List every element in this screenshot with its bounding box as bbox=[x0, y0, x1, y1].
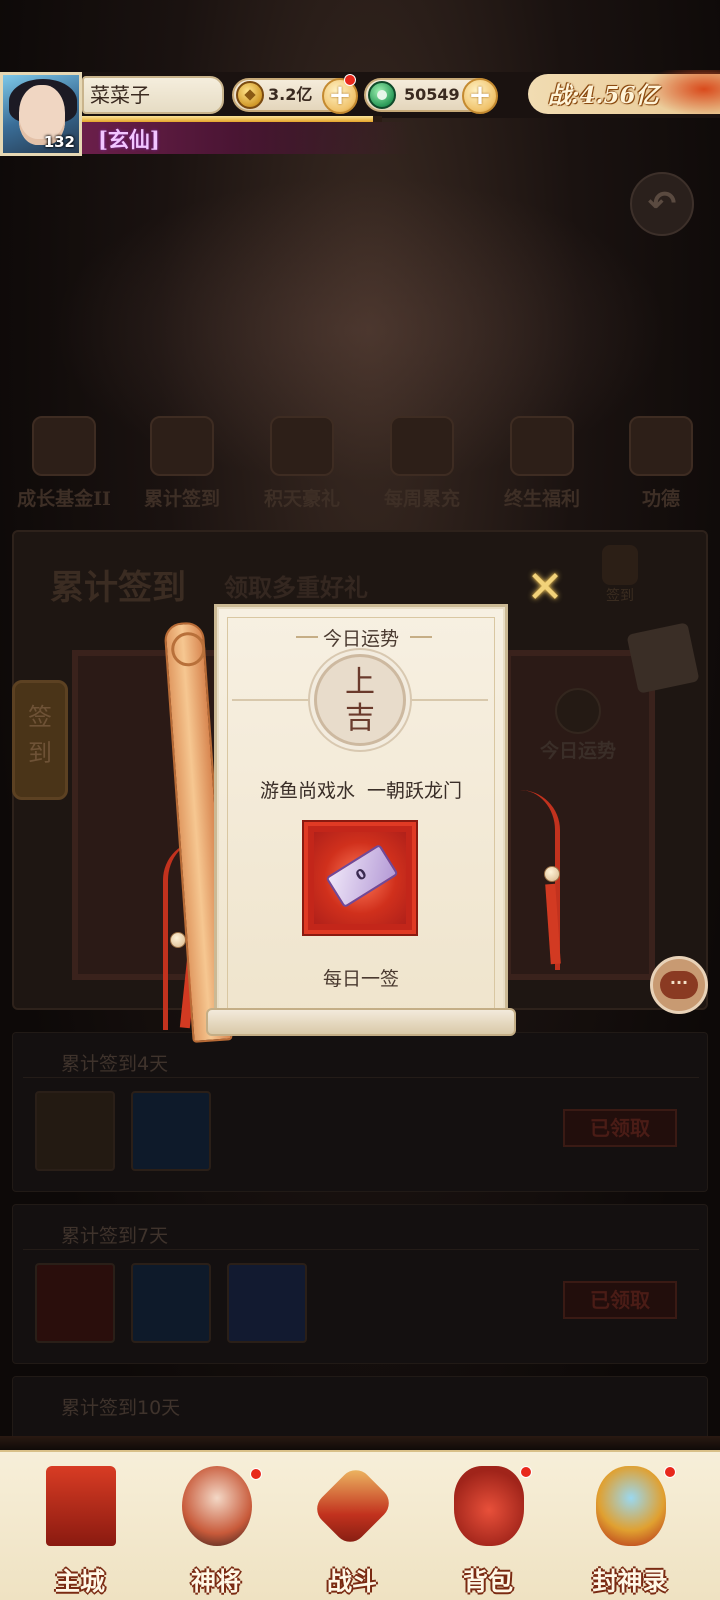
daily-draw-label: 每日一签 bbox=[322, 968, 399, 990]
rank-label: [玄仙] bbox=[98, 127, 160, 152]
merit-icon bbox=[629, 416, 693, 476]
close-icon[interactable]: ✕ bbox=[524, 566, 566, 610]
jade-counter: 50549 + bbox=[364, 78, 498, 114]
avatar[interactable]: 132 bbox=[0, 72, 82, 156]
fortune-text: 游鱼尚戏水 一朝跃龙门 bbox=[259, 780, 463, 802]
calendar-icon[interactable] bbox=[626, 622, 700, 694]
reward-item[interactable] bbox=[35, 1263, 115, 1343]
reward-item-slot[interactable]: 0 bbox=[304, 822, 416, 934]
notification-dot bbox=[664, 1466, 676, 1478]
city-gate-icon bbox=[46, 1466, 116, 1546]
coin-counter: 3.2亿 + bbox=[232, 74, 358, 114]
add-jade-button[interactable]: + bbox=[462, 78, 498, 114]
divider bbox=[410, 699, 488, 701]
divider bbox=[23, 1077, 699, 1078]
divider bbox=[232, 699, 310, 701]
reward-row-day7: 累计签到7天 已领取 bbox=[12, 1204, 708, 1364]
fortune-stick-icon bbox=[555, 688, 601, 734]
fortune-level-char: 吉 bbox=[345, 701, 375, 736]
fortune-seal: 上 吉 bbox=[314, 654, 406, 746]
tab-growth-fund[interactable]: 成长基金II bbox=[8, 410, 120, 520]
back-arrow-icon[interactable]: ↶ bbox=[630, 172, 694, 236]
hero-icon bbox=[182, 1466, 252, 1546]
activity-tab-bar: 成长基金II 累计签到 积天豪礼 每周累充 终生福利 功德 bbox=[0, 410, 720, 520]
gift-icon bbox=[270, 416, 334, 476]
divider bbox=[23, 1249, 699, 1250]
coin-icon bbox=[236, 81, 264, 109]
brush-icon bbox=[602, 545, 638, 585]
nav-fengshen-record[interactable]: 封神录 bbox=[560, 1462, 700, 1600]
notification-dot bbox=[520, 1466, 532, 1478]
nav-main-city[interactable]: 主城 bbox=[20, 1462, 140, 1600]
crossed-swords-icon bbox=[310, 1463, 396, 1549]
signin-shortcut[interactable]: 签到 bbox=[596, 545, 644, 611]
chest-icon bbox=[510, 416, 574, 476]
reward-item[interactable] bbox=[131, 1263, 211, 1343]
nav-bag[interactable]: 背包 bbox=[428, 1462, 548, 1600]
rank-plate: [玄仙] bbox=[82, 122, 412, 154]
treasure-icon bbox=[390, 416, 454, 476]
tassel-bead bbox=[170, 932, 186, 948]
tab-lifetime-benefit[interactable]: 终生福利 bbox=[486, 410, 598, 520]
player-level: 132 bbox=[43, 133, 75, 151]
nav-heroes[interactable]: 神将 bbox=[156, 1462, 276, 1600]
reward-row-day4: 累计签到4天 已领取 bbox=[12, 1032, 708, 1192]
fortune-level-char: 上 bbox=[345, 665, 375, 700]
modal-title: 今日运势 bbox=[322, 628, 399, 650]
tassel-bead bbox=[544, 866, 560, 882]
notification-dot bbox=[250, 1468, 262, 1480]
tab-merit[interactable]: 功德 bbox=[606, 410, 716, 520]
player-name: 菜菜子 bbox=[82, 76, 224, 114]
nav-battle[interactable]: 战斗 bbox=[292, 1462, 412, 1600]
scroll-roller bbox=[206, 1008, 516, 1036]
growth-fund-icon bbox=[32, 416, 96, 476]
side-signin-lantern[interactable]: 签到 bbox=[12, 680, 68, 800]
daily-fortune-button[interactable]: 今日运势 bbox=[528, 688, 628, 763]
tab-daily-gift[interactable]: 积天豪礼 bbox=[246, 410, 358, 520]
panel-subtitle: 领取多重好礼 bbox=[224, 573, 368, 602]
scroll-book-icon bbox=[596, 1466, 666, 1546]
calendar-icon bbox=[150, 416, 214, 476]
claimed-badge: 已领取 bbox=[563, 1109, 677, 1147]
jade-icon bbox=[368, 81, 396, 109]
chat-icon: ··· bbox=[660, 971, 698, 999]
claimed-badge: 已领取 bbox=[563, 1281, 677, 1319]
reward-item[interactable] bbox=[131, 1091, 211, 1171]
tab-cumulative-signin[interactable]: 累计签到 bbox=[126, 410, 238, 520]
reward-item[interactable] bbox=[227, 1263, 307, 1343]
reward-item[interactable] bbox=[35, 1091, 115, 1171]
chat-button[interactable]: ··· bbox=[650, 956, 708, 1014]
notification-dot bbox=[344, 74, 356, 86]
tab-weekly-recharge[interactable]: 每周累充 bbox=[366, 410, 478, 520]
panel-title: 累计签到 bbox=[50, 568, 186, 608]
bag-icon bbox=[454, 1466, 524, 1546]
combat-power: 战:4.56亿 bbox=[528, 70, 720, 118]
